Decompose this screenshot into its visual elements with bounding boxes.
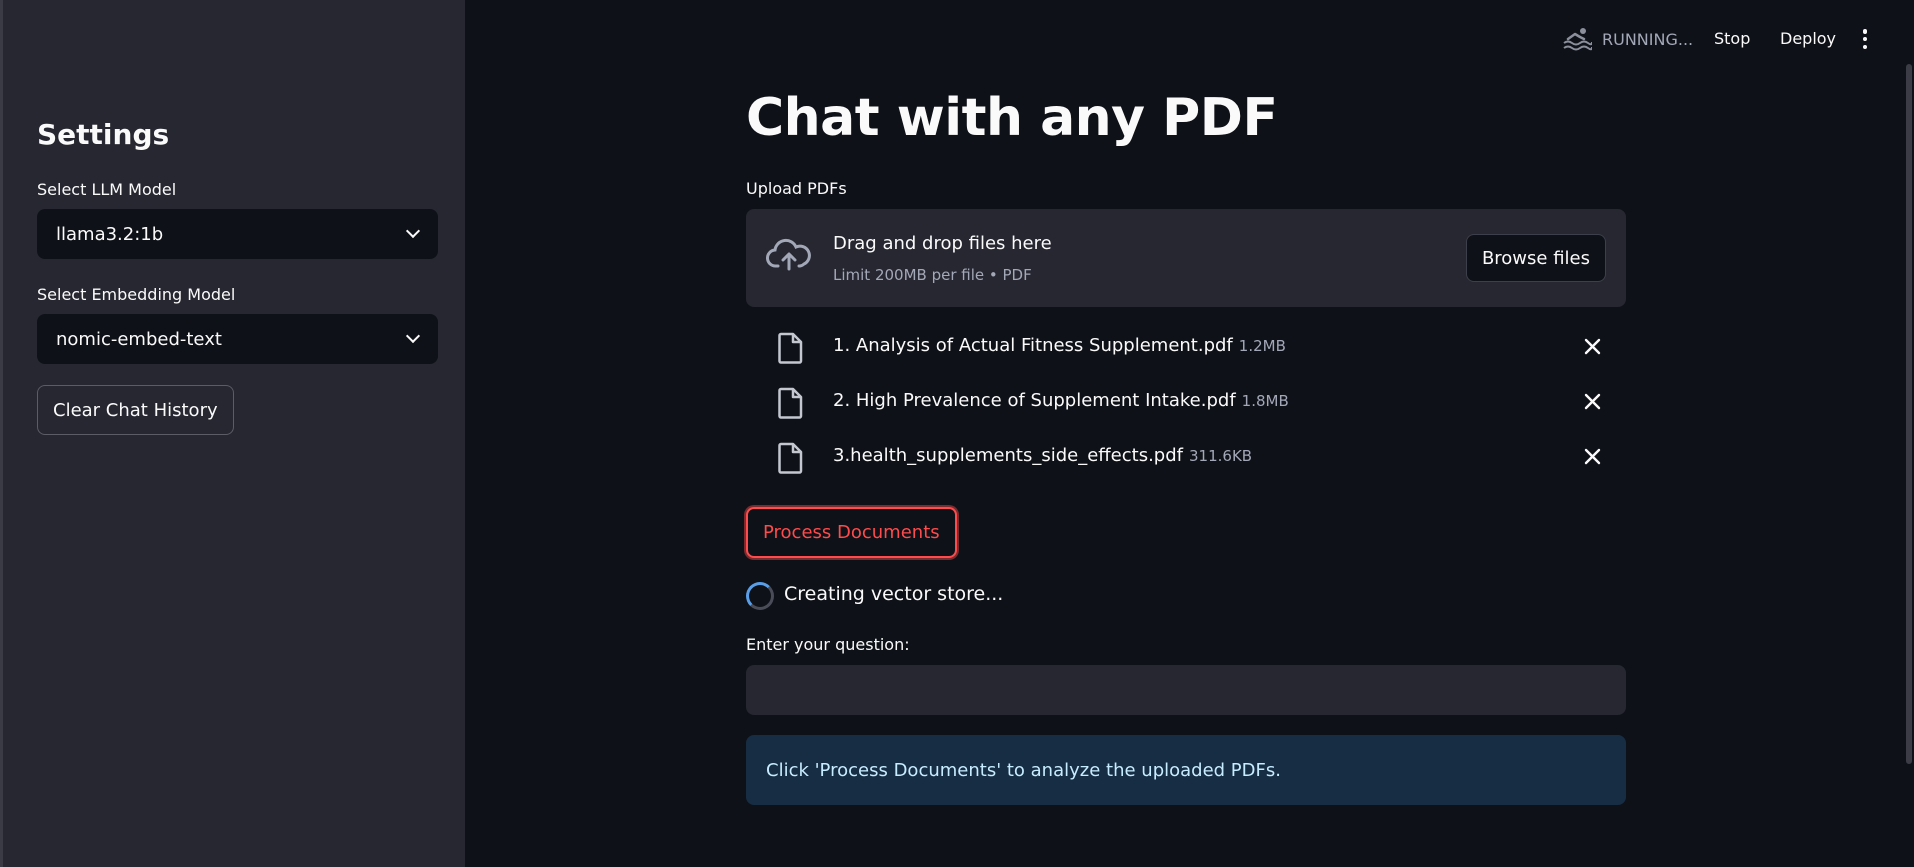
file-size: 1.2MB (1238, 337, 1286, 355)
uploaded-file-row: 1. Analysis of Actual Fitness Supplement… (746, 324, 1626, 370)
close-icon[interactable] (1584, 393, 1601, 410)
upload-label: Upload PDFs (746, 179, 847, 198)
page-title: Chat with any PDF (746, 88, 1278, 148)
file-icon (778, 332, 803, 364)
dropzone-limit: Limit 200MB per file • PDF (833, 266, 1032, 284)
uploaded-file-row: 3.health_supplements_side_effects.pdf 311… (746, 434, 1626, 480)
chevron-down-icon (405, 328, 421, 344)
llm-model-value: llama3.2:1b (56, 223, 164, 245)
deploy-button[interactable]: Deploy (1780, 29, 1836, 48)
info-alert-text: Click 'Process Documents' to analyze the… (766, 759, 1281, 781)
chevron-down-icon (405, 223, 421, 239)
file-size: 311.6KB (1189, 447, 1253, 465)
file-icon (778, 442, 803, 474)
embedding-model-value: nomic-embed-text (56, 328, 222, 350)
swimmer-icon (1563, 28, 1592, 51)
clear-chat-history-button[interactable]: Clear Chat History (37, 385, 234, 435)
file-name: 3.health_supplements_side_effects.pdf (833, 445, 1183, 466)
file-name: 2. High Prevalence of Supplement Intake.… (833, 390, 1236, 411)
running-status: RUNNING... (1562, 26, 1693, 52)
embedding-model-select[interactable]: nomic-embed-text (37, 314, 438, 364)
question-label: Enter your question: (746, 635, 910, 654)
embedding-model-label: Select Embedding Model (37, 285, 236, 304)
llm-model-label: Select LLM Model (37, 180, 177, 199)
close-icon[interactable] (1584, 338, 1601, 355)
stop-button[interactable]: Stop (1714, 29, 1750, 48)
file-size: 1.8MB (1241, 392, 1289, 410)
close-icon[interactable] (1584, 448, 1601, 465)
dropzone-text: Drag and drop files here (833, 233, 1052, 254)
app: Settings Select LLM Model llama3.2:1b Se… (0, 0, 1914, 867)
file-name: 1. Analysis of Actual Fitness Supplement… (833, 335, 1233, 356)
llm-model-select[interactable]: llama3.2:1b (37, 209, 438, 259)
kebab-menu-icon[interactable] (1862, 29, 1868, 49)
spinner-text: Creating vector store... (784, 583, 1004, 605)
uploaded-file-row: 2. High Prevalence of Supplement Intake.… (746, 379, 1626, 425)
process-documents-button[interactable]: Process Documents (746, 507, 957, 558)
browse-files-button[interactable]: Browse files (1465, 234, 1606, 282)
sidebar-title: Settings (37, 118, 170, 151)
question-input[interactable] (746, 665, 1626, 715)
info-alert: Click 'Process Documents' to analyze the… (746, 735, 1626, 805)
spinner-icon (746, 582, 774, 610)
sidebar: Settings Select LLM Model llama3.2:1b Se… (0, 0, 465, 867)
running-status-text: RUNNING... (1602, 29, 1694, 49)
scrollbar[interactable] (1906, 64, 1912, 764)
file-icon (778, 387, 803, 419)
file-dropzone[interactable]: Drag and drop files here Limit 200MB per… (746, 209, 1626, 307)
cloud-upload-icon (766, 238, 811, 271)
